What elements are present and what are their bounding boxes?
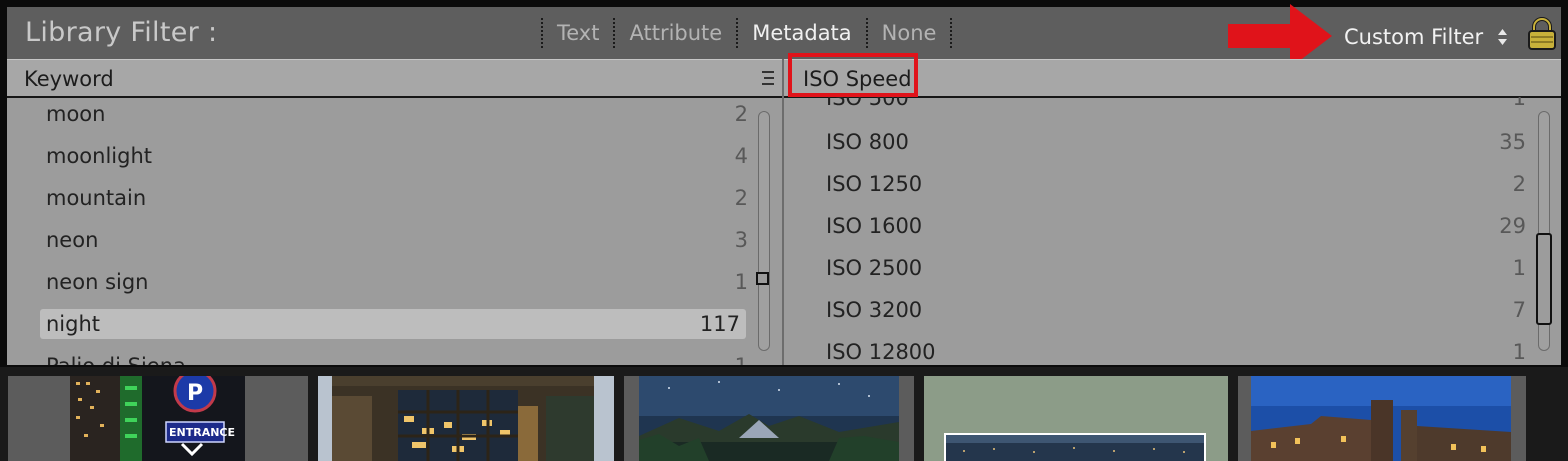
iso-label: ISO 800 bbox=[826, 130, 909, 154]
iso-label: ISO 500 bbox=[826, 97, 909, 110]
keyword-count: 2 bbox=[734, 102, 748, 126]
keyword-count: 117 bbox=[699, 312, 740, 336]
list-item[interactable]: neon 3 bbox=[40, 225, 754, 255]
keyword-label: moon bbox=[46, 102, 106, 126]
svg-text:P: P bbox=[187, 381, 203, 406]
iso-count: 1 bbox=[1512, 97, 1526, 110]
thumbnail-parking-entrance[interactable]: P ENTRANCE bbox=[70, 376, 245, 461]
lock-icon[interactable] bbox=[1527, 17, 1557, 51]
filmstrip-cell[interactable] bbox=[624, 376, 914, 461]
list-item[interactable]: ISO 1600 29 bbox=[820, 211, 1532, 241]
list-item[interactable]: Palio di Siena 1 bbox=[40, 351, 754, 365]
filmstrip: P ENTRANCE bbox=[0, 367, 1568, 461]
tab-metadata[interactable]: Metadata bbox=[738, 21, 865, 45]
iso-count: 29 bbox=[1499, 214, 1526, 238]
iso-scroll-thumb[interactable] bbox=[1536, 233, 1552, 325]
list-item-selected[interactable]: night 117 bbox=[40, 309, 746, 339]
iso-label: ISO 1600 bbox=[826, 214, 923, 238]
filmstrip-cell[interactable] bbox=[1238, 376, 1526, 461]
iso-label: ISO 12800 bbox=[826, 340, 936, 364]
filmstrip-cell[interactable]: P ENTRANCE bbox=[8, 376, 308, 461]
iso-count: 35 bbox=[1499, 130, 1526, 154]
filter-preset-select[interactable]: Custom Filter bbox=[1344, 25, 1508, 49]
keyword-list: moon 2 moonlight 4 mountain 2 neon 3 neo… bbox=[7, 97, 782, 365]
list-item[interactable]: ISO 1250 2 bbox=[820, 169, 1532, 199]
metadata-browser: Keyword moon 2 moonlight 4 mountain 2 ne… bbox=[7, 59, 1561, 365]
keyword-label: night bbox=[46, 312, 101, 336]
tab-separator bbox=[950, 18, 953, 48]
keyword-column-header[interactable]: Keyword bbox=[7, 59, 782, 98]
list-item[interactable]: ISO 3200 7 bbox=[820, 295, 1532, 325]
list-item[interactable]: neon sign 1 bbox=[40, 267, 754, 297]
list-item[interactable]: ISO 12800 1 bbox=[820, 337, 1532, 365]
iso-count: 7 bbox=[1512, 298, 1526, 322]
keyword-scroll-thumb[interactable] bbox=[756, 272, 769, 285]
list-item[interactable]: ISO 500 1 bbox=[820, 97, 1532, 113]
list-item[interactable]: moonlight 4 bbox=[40, 141, 754, 171]
keyword-label: neon sign bbox=[46, 270, 149, 294]
iso-label: ISO 1250 bbox=[826, 172, 923, 196]
list-item[interactable]: ISO 2500 1 bbox=[820, 253, 1532, 283]
iso-count: 2 bbox=[1512, 172, 1526, 196]
tab-text[interactable]: Text bbox=[543, 21, 613, 45]
keyword-count: 3 bbox=[734, 228, 748, 252]
iso-count: 1 bbox=[1512, 340, 1526, 364]
iso-count: 1 bbox=[1512, 256, 1526, 280]
keyword-count: 1 bbox=[734, 270, 748, 294]
filmstrip-cell[interactable] bbox=[318, 376, 614, 461]
library-filter-title: Library Filter : bbox=[25, 17, 218, 48]
iso-list: ISO 500 1 ISO 800 35 ISO 1250 2 ISO 1600… bbox=[784, 97, 1561, 365]
thumbnail-mountain-lake[interactable] bbox=[639, 376, 899, 461]
thumbnail-castle-towers[interactable] bbox=[1251, 376, 1511, 461]
list-item[interactable]: ISO 800 35 bbox=[820, 127, 1532, 157]
iso-label: ISO 2500 bbox=[826, 256, 923, 280]
keyword-column-title: Keyword bbox=[24, 67, 114, 91]
library-filter-window: Library Filter : Text Attribute Metadata… bbox=[0, 0, 1568, 461]
list-item[interactable]: moon 2 bbox=[40, 99, 754, 129]
filmstrip-cell[interactable] bbox=[924, 376, 1228, 461]
iso-label: ISO 3200 bbox=[826, 298, 923, 322]
keyword-scrollbar[interactable] bbox=[758, 111, 770, 351]
keyword-count: 1 bbox=[735, 354, 748, 365]
up-down-chevron-icon bbox=[1498, 29, 1508, 45]
filter-preset-label: Custom Filter bbox=[1344, 25, 1484, 49]
thumbnail-industrial-window[interactable] bbox=[332, 376, 594, 461]
keyword-label: Palio di Siena bbox=[46, 354, 186, 365]
keyword-label: mountain bbox=[46, 186, 147, 210]
svg-text:ENTRANCE: ENTRANCE bbox=[169, 426, 235, 439]
tab-none[interactable]: None bbox=[868, 21, 951, 45]
keyword-label: neon bbox=[46, 228, 99, 252]
column-menu-icon[interactable] bbox=[761, 70, 775, 86]
keyword-label: moonlight bbox=[46, 144, 153, 168]
list-item[interactable]: mountain 2 bbox=[40, 183, 754, 213]
tab-attribute[interactable]: Attribute bbox=[615, 21, 736, 45]
thumbnail-town-panorama[interactable] bbox=[944, 433, 1206, 461]
filter-tabs: Text Attribute Metadata None bbox=[541, 17, 953, 49]
annotation-highlight-box bbox=[788, 53, 918, 97]
keyword-count: 4 bbox=[734, 144, 748, 168]
keyword-count: 2 bbox=[734, 186, 748, 210]
